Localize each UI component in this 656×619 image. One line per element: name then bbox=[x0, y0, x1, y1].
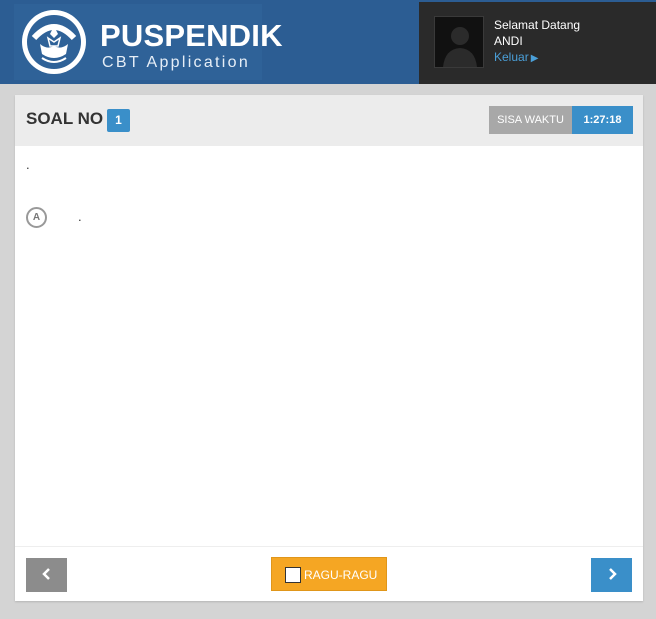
option-a-radio[interactable]: A bbox=[26, 207, 47, 228]
avatar bbox=[434, 16, 484, 68]
logout-link[interactable]: Keluar ▶ bbox=[494, 50, 538, 64]
time-remaining-label: SISA WAKTU bbox=[489, 106, 572, 134]
chevron-left-icon bbox=[41, 567, 50, 580]
question-header: SOAL NO 1 SISA WAKTU 1:27:18 bbox=[15, 95, 643, 146]
user-silhouette-icon bbox=[443, 27, 477, 67]
greeting-text: Selamat Datang bbox=[494, 18, 581, 32]
brand: PUSPENDIK CBT Application bbox=[14, 4, 282, 80]
brand-subtitle: CBT Application bbox=[102, 54, 251, 71]
username: ANDI bbox=[494, 34, 523, 48]
question-card: SOAL NO 1 SISA WAKTU 1:27:18 . A . RAGU-… bbox=[15, 95, 643, 601]
app-header: PUSPENDIK CBT Application Selamat Datang… bbox=[0, 0, 656, 84]
doubt-label: RAGU-RAGU bbox=[304, 568, 378, 582]
next-button[interactable] bbox=[591, 558, 632, 592]
question-number-badge: 1 bbox=[107, 109, 130, 132]
question-footer: RAGU-RAGU bbox=[15, 546, 643, 601]
logout-label: Keluar bbox=[494, 50, 529, 64]
option-a-text[interactable]: . bbox=[78, 209, 82, 224]
tut-wuri-handayani-logo bbox=[22, 10, 86, 74]
play-arrow-icon: ▶ bbox=[530, 53, 539, 64]
user-panel: Selamat Datang ANDI Keluar ▶ bbox=[419, 2, 656, 84]
question-text: . bbox=[26, 157, 30, 172]
doubt-checkbox[interactable] bbox=[285, 567, 301, 583]
question-label: SOAL NO bbox=[26, 109, 104, 128]
brand-title: PUSPENDIK bbox=[100, 18, 283, 53]
previous-button[interactable] bbox=[26, 558, 67, 592]
doubt-button[interactable]: RAGU-RAGU bbox=[271, 557, 387, 591]
countdown-timer: 1:27:18 bbox=[572, 106, 633, 134]
chevron-right-icon bbox=[608, 567, 617, 580]
